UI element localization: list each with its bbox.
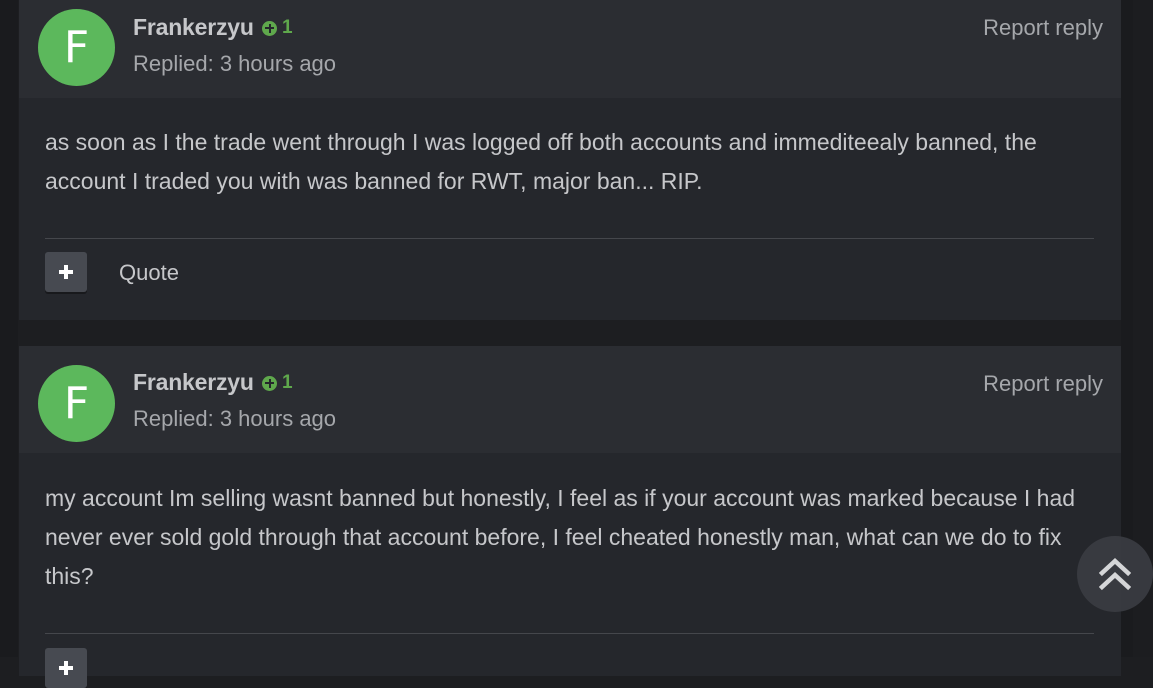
reputation-count: 1 <box>282 372 293 393</box>
forum-post: F Frankerzyu 1 Replied: 3 hours ago Repo… <box>19 0 1121 320</box>
forum-post: F Frankerzyu 1 Replied: 3 hours ago Repo… <box>19 346 1121 688</box>
author-name[interactable]: Frankerzyu <box>133 14 254 41</box>
post-header <box>19 346 1121 453</box>
left-gutter <box>0 0 18 657</box>
report-reply-link[interactable]: Report reply <box>983 371 1103 397</box>
divider <box>45 633 1094 634</box>
reputation-count: 1 <box>282 17 293 38</box>
plus-circle-icon <box>262 375 277 391</box>
reputation-badge: 1 <box>262 17 293 39</box>
post-body: as soon as I the trade went through I wa… <box>45 129 1037 194</box>
avatar[interactable]: F <box>38 9 115 86</box>
report-reply-link[interactable]: Report reply <box>983 15 1103 41</box>
quote-button[interactable]: Quote <box>119 260 179 286</box>
multiquote-button[interactable] <box>45 648 87 688</box>
reputation-badge: 1 <box>262 372 293 394</box>
scroll-to-top-button[interactable] <box>1077 536 1153 612</box>
avatar[interactable]: F <box>38 365 115 442</box>
multiquote-button[interactable] <box>45 252 87 292</box>
plus-circle-icon <box>262 20 277 36</box>
post-body: my account Im selling wasnt banned but h… <box>45 485 1076 589</box>
double-chevron-up-icon <box>1099 557 1131 591</box>
author-name[interactable]: Frankerzyu <box>133 369 254 396</box>
divider <box>45 238 1094 239</box>
replied-timestamp: Replied: 3 hours ago <box>133 51 337 76</box>
replied-timestamp: Replied: 3 hours ago <box>133 406 337 431</box>
